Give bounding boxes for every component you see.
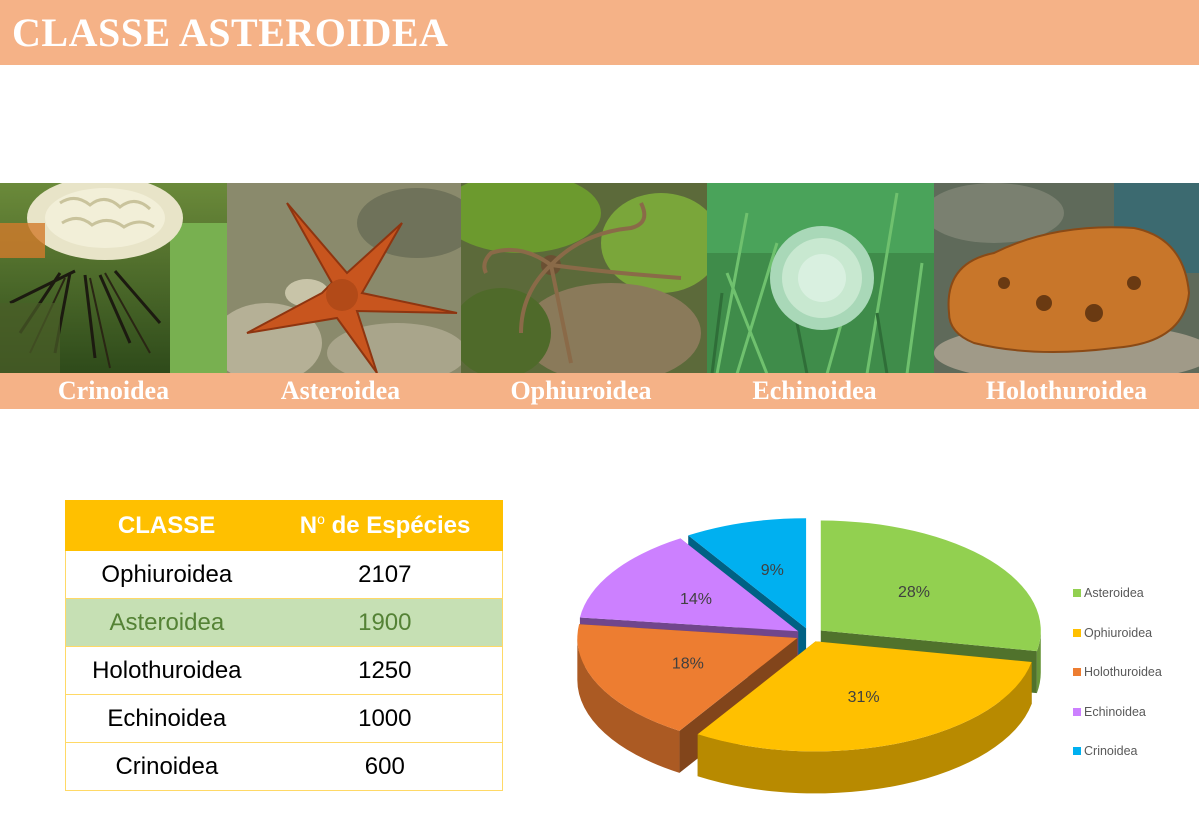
cell-especies: 2107 [267,550,503,599]
photo-strip [0,183,1199,374]
legend-item: Ophiuroidea [1071,623,1196,663]
pie-data-label: 28% [898,584,930,601]
echinoidea-photo [707,183,934,374]
legend-swatch [1073,747,1081,755]
species-pie-chart: 28% 31% 18% 14% 9% [577,518,1041,794]
photo-label-crinoidea: Crinoidea [57,376,170,405]
ophiuroidea-photo [461,183,707,374]
legend-label: Crinoidea [1084,744,1138,758]
asteroidea-photo [227,183,461,374]
legend-swatch [1073,589,1081,597]
photo-label-ophiuroidea: Ophiuroidea [510,376,652,405]
pie-data-label: 14% [680,591,712,608]
header-classe: CLASSE [64,500,269,551]
table-row: Holothuroidea 1250 [64,646,503,695]
photo-label-echinoidea: Echinoidea [752,376,877,405]
pie-data-label: 18% [672,656,704,673]
header-especies-text: No de Espécies [299,511,471,539]
species-table: CLASSE No de Espécies Ophiuroidea 2107 Ast… [64,500,503,791]
legend-label: Asteroidea [1084,586,1144,600]
pie-data-label: 31% [848,689,880,706]
photo-label-strip: Crinoidea Asteroidea Ophiuroidea Echinoi… [0,373,1199,409]
legend-item: Holothuroidea [1071,662,1196,702]
table-row: Ophiuroidea 2107 [64,550,503,599]
legend-swatch [1073,628,1081,637]
photo-label-asteroidea: Asteroidea [280,376,401,405]
legend-item: Asteroidea [1071,583,1196,623]
crinoidea-photo [0,183,227,374]
cell-especies: 1000 [267,694,503,743]
table-body: Ophiuroidea 2107 Asteroidea 1900 Holothuroid… [64,550,503,791]
photo-label-holothuroidea: Holothuroidea [985,376,1148,405]
cell-classe: Echinoidea [64,694,268,743]
page-title: CLASSE ASTEROIDEA [12,10,449,55]
cell-especies: 600 [267,742,503,791]
table-header-row: CLASSE No de Espécies [64,500,503,551]
pie-slice-top-asteroidea [820,520,1041,652]
legend-label: Ophiuroidea [1084,625,1153,640]
table-row: Asteroidea 1900 [64,598,503,647]
cell-classe: Ophiuroidea [64,550,268,599]
title-banner: CLASSE ASTEROIDEA [0,0,1199,65]
cell-especies: 1250 [267,646,503,695]
legend-item: Echinoidea [1071,702,1196,742]
table-row: Echinoidea 1000 [64,694,503,743]
holothuroidea-photo [934,183,1199,374]
legend-label: Holothuroidea [1084,665,1162,679]
pie-data-label: 9% [761,562,784,579]
cell-classe: Crinoidea [64,742,268,791]
cell-especies: 1900 [267,598,503,647]
header-especies: No de Espécies [267,500,503,551]
chart-legend: Asteroidea Ophiuroidea Holothuroidea Echino… [1071,583,1196,781]
cell-classe: Asteroidea [64,598,268,647]
legend-item: Crinoidea [1071,741,1196,781]
legend-label: Echinoidea [1084,704,1146,719]
legend-swatch [1073,707,1081,716]
cell-classe: Holothuroidea [64,646,268,695]
table-row: Crinoidea 600 [64,742,503,791]
legend-swatch [1073,668,1081,676]
